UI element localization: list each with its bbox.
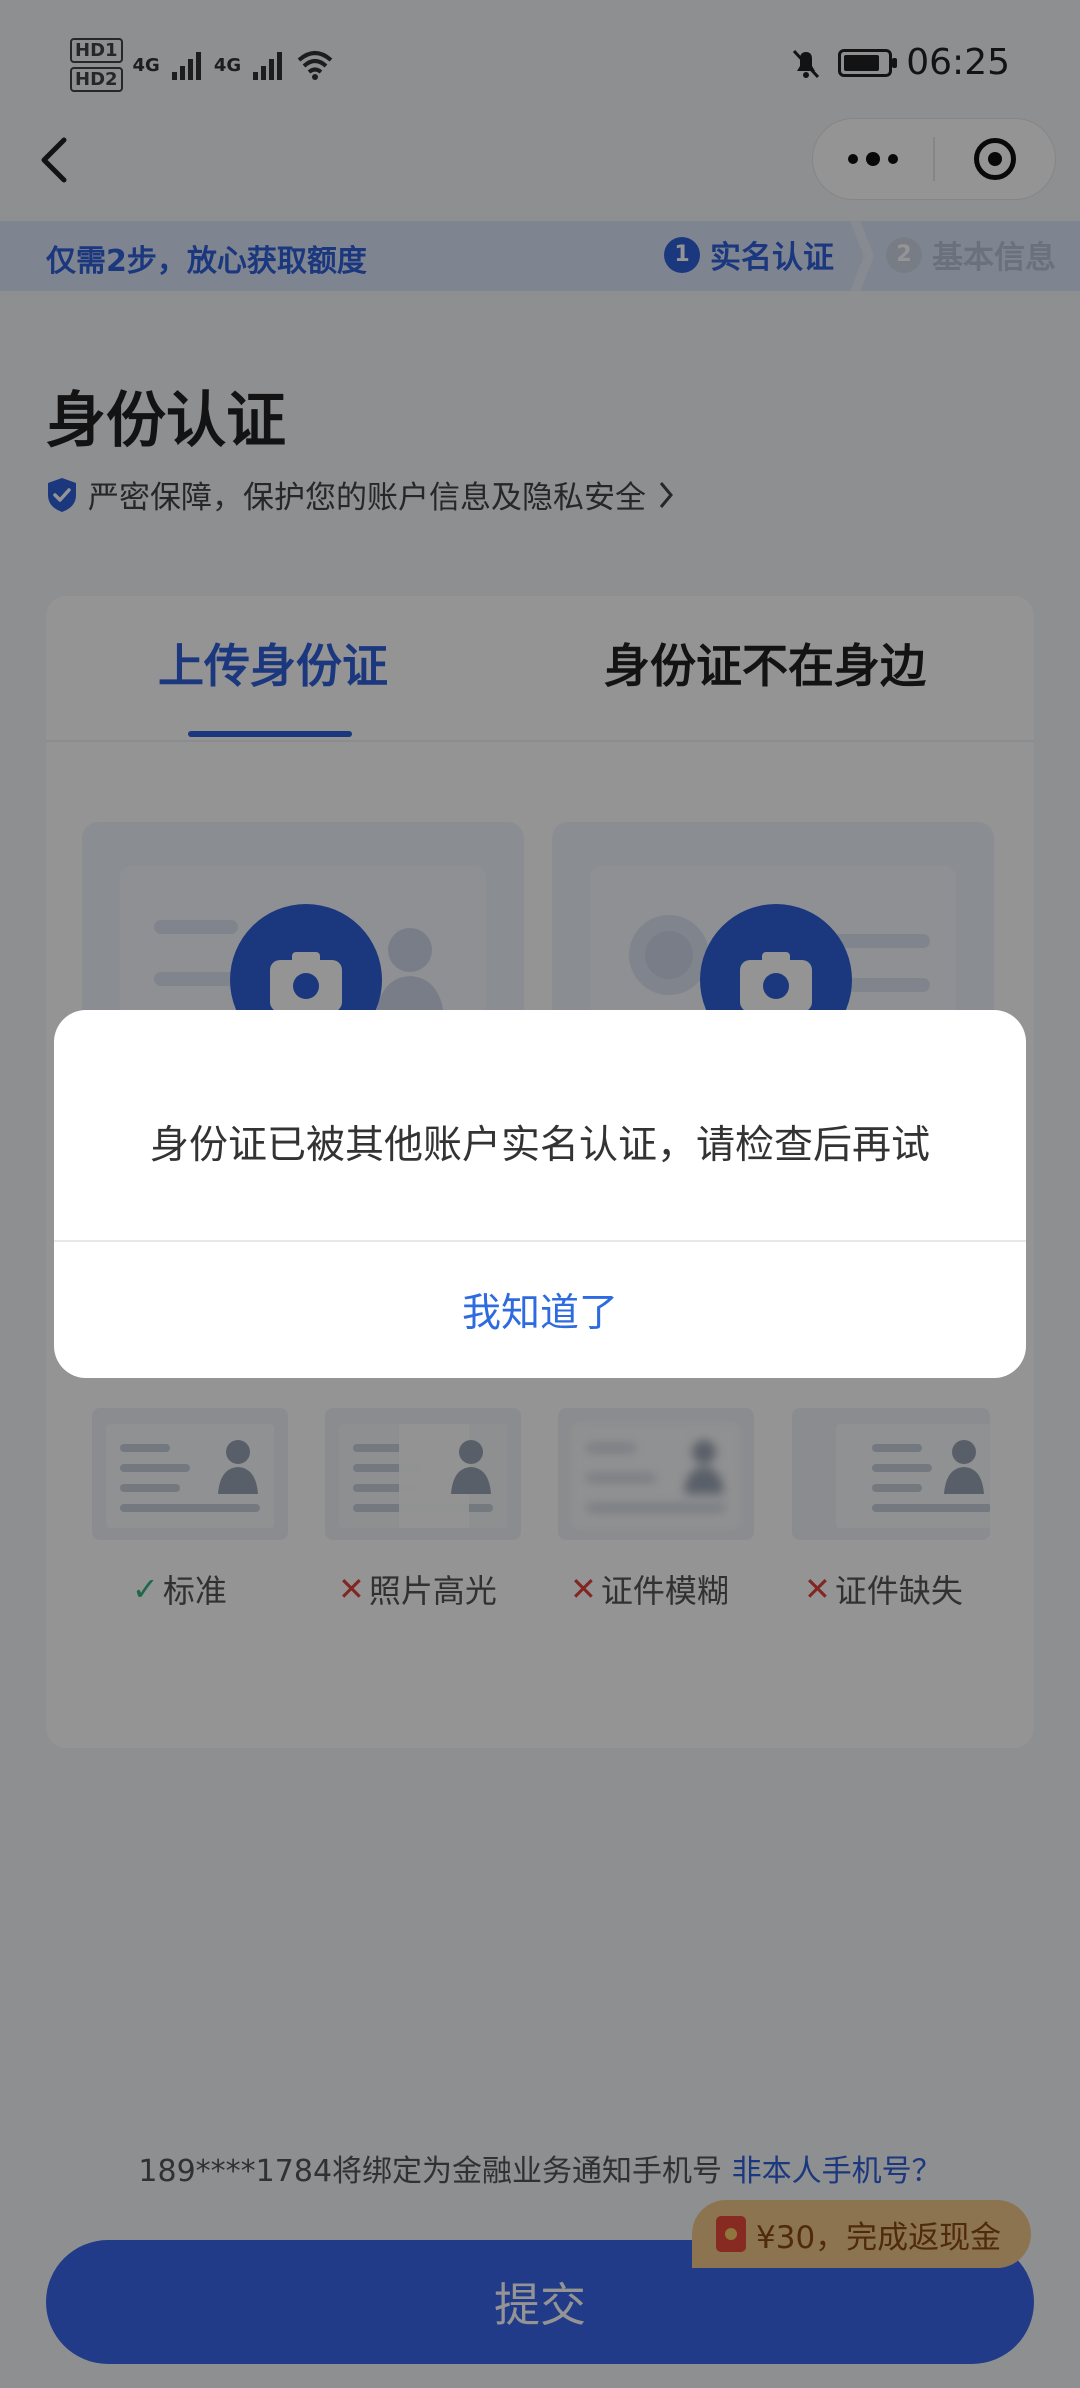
alert-dialog: 身份证已被其他账户实名认证，请检查后再试 我知道了 [54, 1010, 1026, 1378]
dialog-message: 身份证已被其他账户实名认证，请检查后再试 [149, 1123, 930, 1168]
dialog-confirm-button[interactable]: 我知道了 [54, 1242, 1026, 1378]
